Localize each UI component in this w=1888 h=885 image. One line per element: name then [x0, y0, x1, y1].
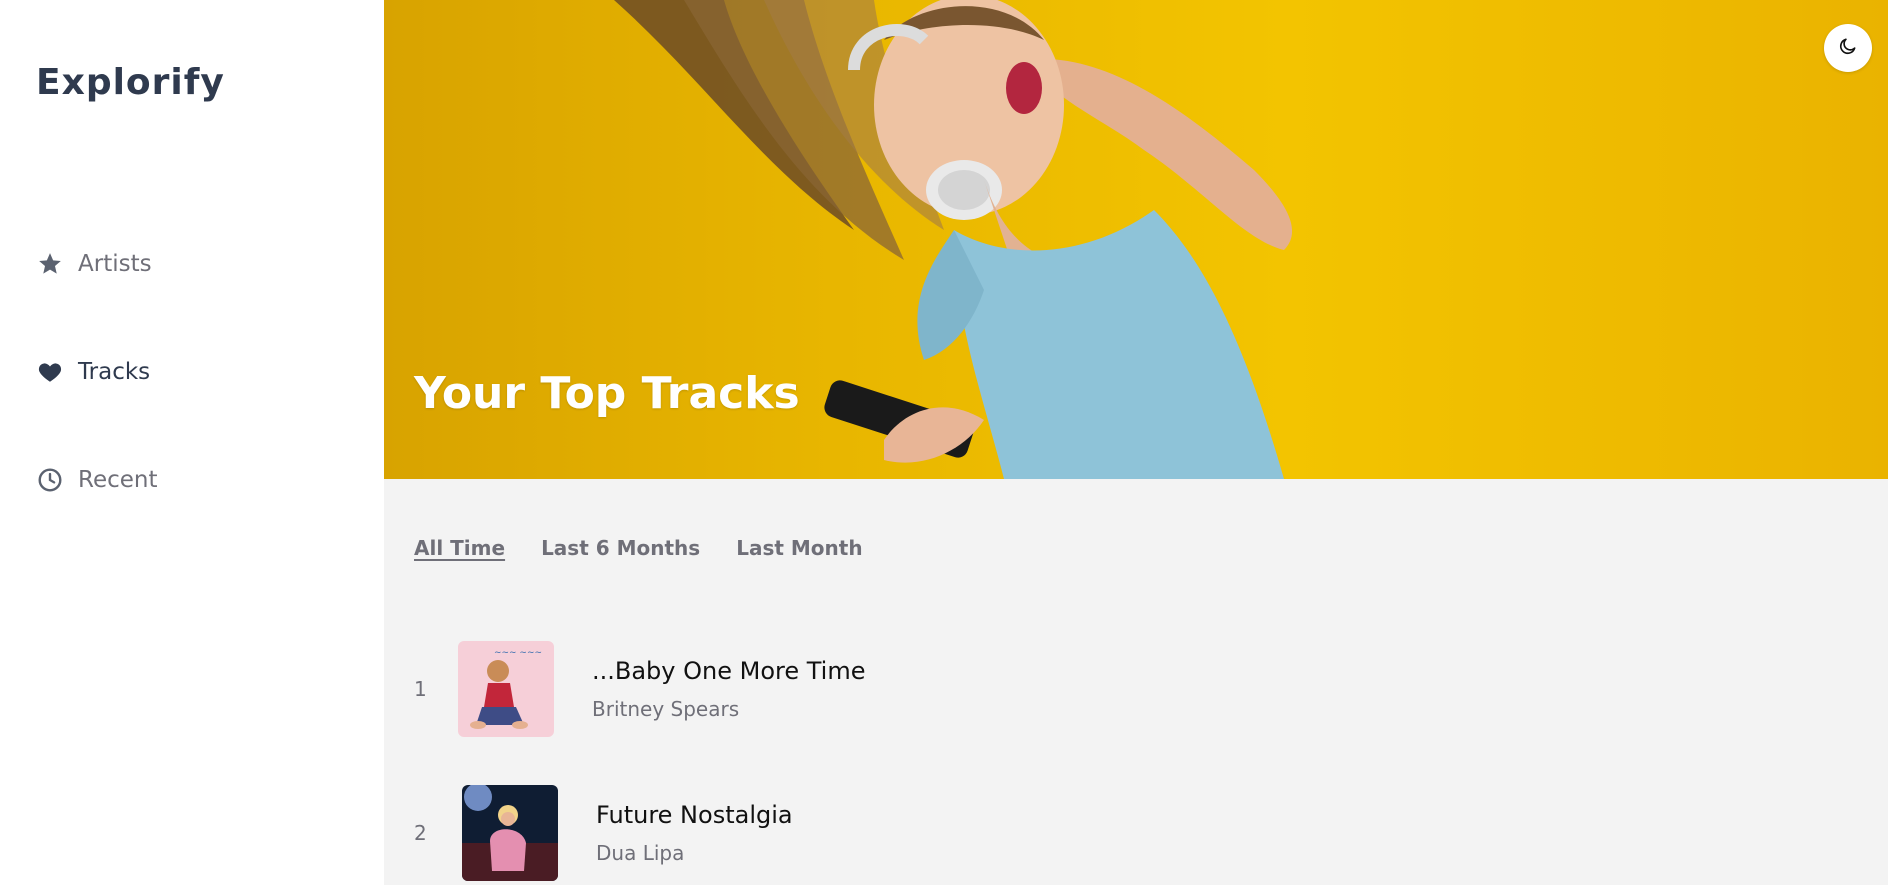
track-info: Future Nostalgia Dua Lipa: [596, 801, 793, 865]
sidebar-item-label: Tracks: [78, 359, 151, 385]
app-root: Explorify Artists Tracks Recent Your Top…: [0, 0, 1888, 885]
track-rank: 1: [414, 677, 427, 701]
star-icon: [36, 250, 64, 278]
sidebar-item-tracks[interactable]: Tracks: [36, 352, 150, 392]
sidebar-item-label: Artists: [78, 251, 152, 277]
moon-icon: [1838, 36, 1858, 60]
clock-icon: [36, 466, 64, 494]
sidebar-item-artists[interactable]: Artists: [36, 244, 152, 284]
track-title[interactable]: Future Nostalgia: [596, 801, 793, 829]
track-row[interactable]: 2 Future Nostalgia Dua Lipa: [414, 785, 793, 881]
track-info: ...Baby One More Time Britney Spears: [592, 657, 865, 721]
tab-last-6-months[interactable]: Last 6 Months: [541, 536, 700, 560]
sidebar-item-label: Recent: [78, 467, 158, 493]
theme-toggle-button[interactable]: [1824, 24, 1872, 72]
tab-last-month[interactable]: Last Month: [736, 536, 862, 560]
sidebar: Explorify Artists Tracks Recent: [0, 0, 384, 885]
heart-icon: [36, 358, 64, 386]
album-cover[interactable]: ~~~ ~~~: [458, 641, 554, 737]
track-title[interactable]: ...Baby One More Time: [592, 657, 865, 685]
tab-all-time[interactable]: All Time: [414, 536, 505, 560]
hero-banner: Your Top Tracks: [384, 0, 1888, 479]
time-range-tabs: All Time Last 6 Months Last Month: [414, 536, 899, 560]
sidebar-item-recent[interactable]: Recent: [36, 460, 158, 500]
brand-logo[interactable]: Explorify: [36, 62, 225, 103]
track-rank: 2: [414, 821, 427, 845]
track-row[interactable]: 1 ~~~ ~~~ ...Baby One More Time Britney …: [414, 641, 865, 737]
track-artist[interactable]: Britney Spears: [592, 697, 865, 721]
track-artist[interactable]: Dua Lipa: [596, 841, 793, 865]
album-cover[interactable]: [462, 785, 558, 881]
page-title: Your Top Tracks: [414, 368, 800, 419]
svg-text:~~~ ~~~: ~~~ ~~~: [494, 648, 542, 658]
